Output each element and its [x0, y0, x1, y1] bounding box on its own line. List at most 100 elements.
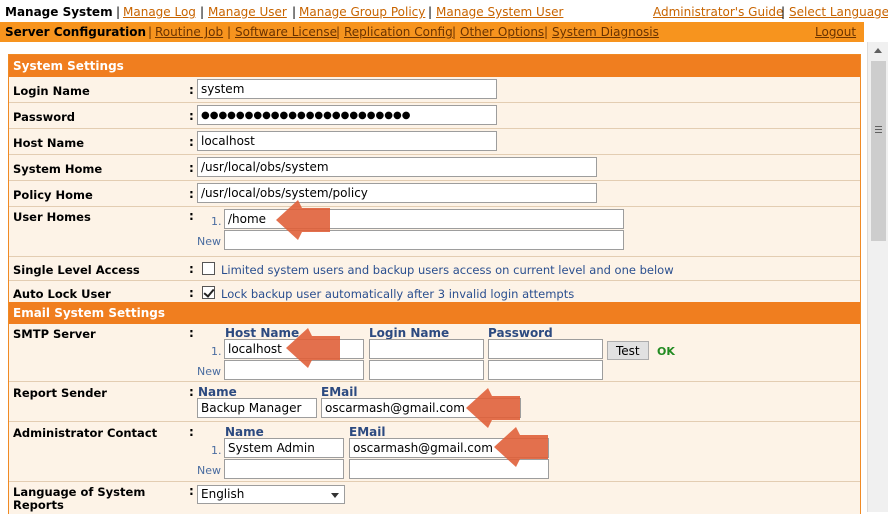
smtp-new-password-input[interactable]	[488, 360, 603, 380]
smtp-server-row: SMTP Server : Host Name Login Name Passw…	[9, 324, 860, 382]
nav-separator: |	[200, 5, 205, 19]
nav-administrators-guide[interactable]: Administrator's Guide	[653, 5, 783, 19]
login-name-input[interactable]	[197, 79, 497, 99]
admin-contact-email-header: EMail	[349, 425, 386, 439]
nav-separator: |	[116, 5, 121, 19]
smtp-password-header: Password	[488, 326, 553, 340]
password-row: Password :	[9, 103, 860, 129]
scroll-up-icon[interactable]	[868, 42, 888, 60]
subnav-system-diagnosis[interactable]: System Diagnosis	[552, 25, 659, 39]
policy-home-row: Policy Home :	[9, 181, 860, 207]
auto-lock-user-text: Lock backup user automatically after 3 i…	[221, 287, 575, 301]
colon: :	[189, 484, 194, 498]
report-sender-name-input[interactable]	[197, 398, 317, 418]
report-sender-label: Report Sender	[13, 386, 107, 400]
colon: :	[189, 262, 194, 276]
password-input[interactable]	[197, 105, 497, 125]
colon: :	[189, 326, 194, 340]
scroll-thumb[interactable]	[871, 61, 886, 241]
auto-lock-user-label: Auto Lock User	[13, 287, 111, 301]
admin-contact-new-label: New	[197, 464, 221, 477]
smtp-test-status: OK	[657, 345, 675, 358]
subnav-replication-config[interactable]: Replication Config	[344, 25, 453, 39]
password-label: Password	[13, 110, 75, 124]
user-home-index: 1.	[211, 215, 222, 228]
chevron-down-icon	[331, 493, 339, 498]
host-name-row: Host Name :	[9, 129, 860, 155]
admin-contact-name-input[interactable]	[224, 438, 344, 458]
top-nav: Manage System | Manage Log | Manage User…	[0, 0, 888, 22]
email-settings-header: Email System Settings	[9, 302, 860, 324]
report-sender-email-header: EMail	[321, 385, 358, 399]
single-level-access-checkbox[interactable]	[202, 262, 215, 275]
report-sender-row: Report Sender : Name EMail	[9, 382, 860, 422]
host-name-input[interactable]	[197, 131, 497, 151]
nav-separator: |	[428, 5, 433, 19]
nav-separator: |	[544, 25, 549, 39]
nav-manage-log[interactable]: Manage Log	[123, 5, 196, 19]
grip-icon	[875, 126, 882, 127]
colon: :	[189, 286, 194, 300]
smtp-login-input[interactable]	[369, 339, 484, 359]
sub-nav: Server Configuration | Routine Job | Sof…	[0, 22, 864, 42]
single-level-access-label: Single Level Access	[13, 263, 140, 277]
system-home-input[interactable]	[197, 157, 597, 177]
user-homes-row: User Homes : 1. New	[9, 207, 860, 257]
arrow-left-icon	[494, 427, 548, 467]
report-sender-name-header: Name	[198, 385, 237, 399]
arrow-left-icon	[286, 328, 340, 368]
nav-separator: |	[148, 25, 153, 39]
admin-contact-new-name-input[interactable]	[224, 459, 344, 479]
smtp-test-button[interactable]: Test	[607, 341, 649, 360]
nav-manage-group-policy[interactable]: Manage Group Policy	[299, 5, 425, 19]
subnav-routine-job[interactable]: Routine Job	[155, 25, 223, 39]
colon: :	[189, 135, 194, 149]
colon: :	[189, 109, 194, 123]
nav-select-language[interactable]: Select Language	[789, 5, 888, 19]
smtp-index: 1.	[211, 345, 222, 358]
nav-separator: |	[227, 25, 232, 39]
nav-separator: |	[292, 5, 297, 19]
colon: :	[189, 425, 194, 439]
language-row: Language of System Reports : English	[9, 482, 860, 518]
policy-home-input[interactable]	[197, 183, 597, 203]
logout-link[interactable]: Logout	[815, 25, 856, 39]
smtp-server-label: SMTP Server	[13, 327, 96, 341]
vertical-scrollbar[interactable]	[867, 42, 888, 512]
nav-manage-system-user[interactable]: Manage System User	[436, 5, 563, 19]
user-homes-label: User Homes	[13, 210, 91, 224]
nav-separator: |	[336, 25, 341, 39]
smtp-new-label: New	[197, 365, 221, 378]
settings-panel: System Settings Login Name : Password : …	[8, 54, 861, 514]
single-level-access-row: Single Level Access : Limited system use…	[9, 257, 860, 281]
admin-contact-index: 1.	[211, 444, 222, 457]
admin-contact-name-header: Name	[225, 425, 264, 439]
system-home-row: System Home :	[9, 155, 860, 181]
single-level-access-text: Limited system users and backup users ac…	[221, 263, 674, 277]
language-select[interactable]: English	[197, 485, 345, 504]
nav-manage-user[interactable]: Manage User	[208, 5, 287, 19]
nav-separator: |	[452, 25, 457, 39]
colon: :	[189, 385, 194, 399]
language-label-line1: Language of System	[13, 485, 146, 499]
subnav-other-options[interactable]: Other Options	[460, 25, 544, 39]
system-home-label: System Home	[13, 162, 103, 176]
nav-manage-system: Manage System	[5, 5, 113, 19]
policy-home-label: Policy Home	[13, 188, 93, 202]
colon: :	[189, 187, 194, 201]
language-label-line2: Reports	[13, 498, 64, 512]
admin-contact-row: Administrator Contact : Name EMail 1. Ne…	[9, 422, 860, 482]
admin-contact-label: Administrator Contact	[13, 426, 158, 440]
login-name-row: Login Name :	[9, 77, 860, 103]
smtp-password-input[interactable]	[488, 339, 603, 359]
smtp-login-name-header: Login Name	[369, 326, 450, 340]
smtp-new-login-input[interactable]	[369, 360, 484, 380]
user-home-new-label: New	[197, 235, 221, 248]
auto-lock-user-checkbox[interactable]	[202, 286, 215, 299]
subnav-software-license[interactable]: Software License	[235, 25, 337, 39]
login-name-label: Login Name	[13, 84, 90, 98]
system-settings-header: System Settings	[9, 55, 860, 77]
colon: :	[189, 209, 194, 223]
host-name-label: Host Name	[13, 136, 85, 150]
language-selected-value: English	[201, 487, 245, 501]
